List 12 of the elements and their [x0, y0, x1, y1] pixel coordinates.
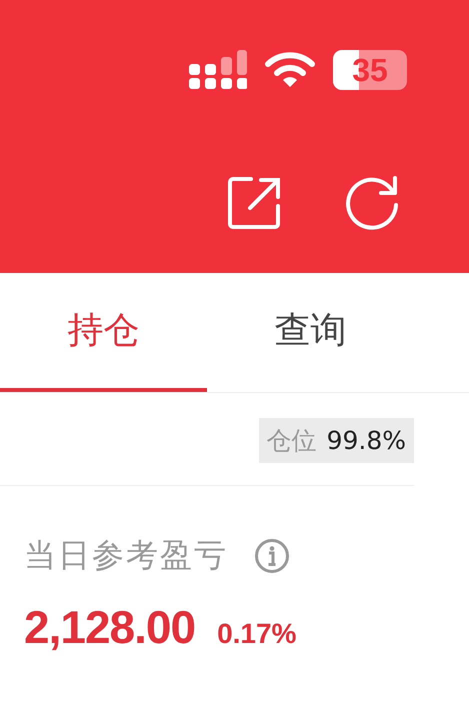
- pnl-label: 当日参考盈亏: [24, 535, 228, 576]
- signal-icon: [189, 50, 247, 90]
- share-icon[interactable]: [227, 175, 283, 231]
- pnl-amount: 2,128.00: [24, 600, 196, 654]
- wifi-icon: [265, 51, 315, 89]
- refresh-icon[interactable]: [343, 174, 401, 232]
- position-value: 99.8%: [326, 426, 406, 455]
- position-label: 仓位: [266, 425, 317, 457]
- info-icon[interactable]: [254, 538, 290, 574]
- tab[interactable]: 持仓: [0, 273, 207, 392]
- pnl-percent: 0.17%: [217, 618, 296, 650]
- tab[interactable]: 查询: [207, 273, 414, 392]
